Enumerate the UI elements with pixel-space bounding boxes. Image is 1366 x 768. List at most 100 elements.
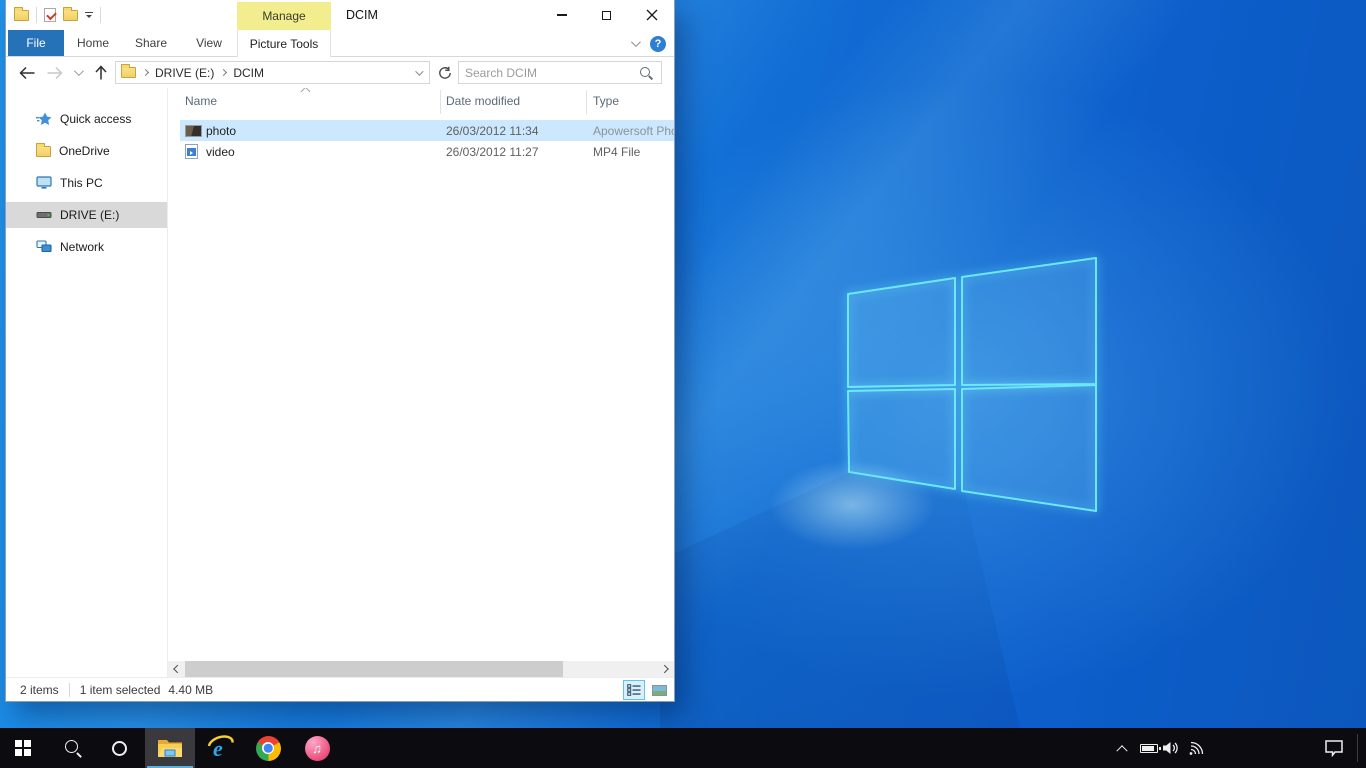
- monitor-icon: [36, 176, 52, 190]
- onedrive-folder-icon: [36, 146, 51, 157]
- expand-ribbon-icon[interactable]: [631, 37, 641, 47]
- status-bar: 2 items 1 item selected 4.40 MB: [6, 677, 674, 701]
- large-icons-view-icon: [652, 685, 667, 696]
- window-controls: [539, 0, 674, 30]
- qat-customize-dropdown-icon[interactable]: [85, 12, 93, 18]
- sidebar-item-label: DRIVE (E:): [60, 208, 119, 222]
- contextual-group-manage[interactable]: Manage: [237, 2, 331, 30]
- up-button[interactable]: [94, 65, 108, 81]
- qat-new-folder-icon[interactable]: [63, 10, 78, 21]
- itunes-button[interactable]: ♫: [293, 728, 341, 768]
- qat-separator: [100, 7, 101, 23]
- search-icon[interactable]: [639, 66, 653, 80]
- chevron-right-icon: [660, 665, 668, 673]
- sidebar-item-this-pc[interactable]: This PC: [6, 170, 167, 196]
- start-button[interactable]: [0, 728, 46, 768]
- window-body: Quick access OneDrive This PC: [6, 88, 674, 677]
- qat-folder-icon[interactable]: [14, 10, 29, 21]
- column-separator[interactable]: [586, 90, 587, 114]
- cortana-icon: [112, 741, 127, 756]
- internet-explorer-button[interactable]: e: [196, 728, 244, 768]
- file-type: MP4 File: [593, 145, 674, 159]
- up-arrow-icon: [94, 65, 108, 81]
- scroll-right-button[interactable]: [658, 661, 674, 677]
- file-row-video[interactable]: video 26/03/2012 11:27 MP4 File: [168, 141, 674, 162]
- address-folder-icon: [121, 67, 136, 78]
- refresh-icon: [438, 66, 452, 80]
- minimize-button[interactable]: [539, 0, 584, 30]
- column-header-type[interactable]: Type: [593, 94, 619, 108]
- file-explorer-icon: [157, 737, 183, 759]
- file-name: video: [206, 145, 235, 159]
- action-center-button[interactable]: [1322, 728, 1346, 768]
- network-icon: [36, 240, 52, 254]
- forward-button[interactable]: [46, 66, 64, 80]
- qat-properties-icon[interactable]: [44, 8, 56, 22]
- wifi-tray-icon[interactable]: [1186, 728, 1208, 768]
- close-button[interactable]: [629, 0, 674, 30]
- file-date-modified: 26/03/2012 11:34: [446, 124, 539, 138]
- chrome-icon: [256, 736, 281, 761]
- title-bar: Manage DCIM: [6, 0, 674, 30]
- details-view-icon: [627, 684, 641, 696]
- ribbon-tab-row: File Home Share View Picture Tools ?: [6, 30, 674, 57]
- tab-file[interactable]: File: [8, 30, 64, 56]
- address-dropdown-icon[interactable]: [415, 67, 423, 75]
- ribbon-right-controls: ?: [631, 30, 666, 57]
- recent-locations-dropdown[interactable]: [74, 69, 81, 76]
- windows-logo-icon: [15, 740, 31, 756]
- search-input[interactable]: [459, 62, 639, 83]
- search-icon: [63, 738, 83, 758]
- scrollbar-thumb[interactable]: [185, 661, 563, 677]
- large-icons-view-button[interactable]: [648, 680, 670, 700]
- taskbar-search-button[interactable]: [49, 728, 97, 768]
- details-view-button[interactable]: [623, 680, 645, 700]
- chevron-left-icon: [173, 665, 181, 673]
- action-center-icon: [1324, 739, 1344, 757]
- breadcrumb-chevron-icon: [220, 69, 227, 76]
- sidebar-item-network[interactable]: Network: [6, 234, 167, 260]
- breadcrumb-drive[interactable]: DRIVE (E:): [155, 66, 214, 80]
- back-arrow-icon: [18, 66, 36, 80]
- volume-tray-icon[interactable]: [1160, 728, 1182, 768]
- navigation-bar: DRIVE (E:) DCIM: [6, 57, 674, 88]
- sidebar-item-drive-e[interactable]: DRIVE (E:): [6, 202, 167, 228]
- taskbar: e ♫: [0, 728, 1366, 768]
- show-hidden-icons-button[interactable]: [1112, 728, 1132, 768]
- maximize-button[interactable]: [584, 0, 629, 30]
- sidebar-item-label: OneDrive: [59, 144, 110, 158]
- chrome-button[interactable]: [244, 728, 292, 768]
- qat-separator: [36, 7, 37, 23]
- help-button[interactable]: ?: [650, 36, 666, 52]
- chevron-down-icon: [74, 66, 84, 76]
- back-button[interactable]: [18, 66, 36, 80]
- status-separator: [69, 683, 70, 697]
- refresh-button[interactable]: [434, 61, 456, 84]
- tab-share[interactable]: Share: [122, 30, 180, 56]
- show-desktop-divider[interactable]: [1357, 734, 1358, 762]
- sidebar-item-onedrive[interactable]: OneDrive: [6, 138, 167, 164]
- tab-view[interactable]: View: [180, 30, 238, 56]
- sidebar-item-label: Network: [60, 240, 104, 254]
- column-header-date-modified[interactable]: Date modified: [446, 94, 520, 108]
- tab-home[interactable]: Home: [64, 30, 122, 56]
- view-toggle-buttons: [623, 680, 670, 700]
- file-row-photo[interactable]: photo 26/03/2012 11:34 Apowersoft Pho: [168, 120, 674, 141]
- quick-access-star-icon: [36, 112, 52, 126]
- tab-picture-tools[interactable]: Picture Tools: [237, 30, 331, 57]
- battery-tray-icon[interactable]: [1138, 728, 1160, 768]
- taskbar-file-explorer-button[interactable]: [145, 728, 195, 768]
- scroll-left-button[interactable]: [168, 661, 184, 677]
- sidebar-item-quick-access[interactable]: Quick access: [6, 106, 167, 132]
- breadcrumb-dcim[interactable]: DCIM: [233, 66, 264, 80]
- mp4-file-icon: [185, 144, 198, 159]
- cortana-button[interactable]: [95, 728, 143, 768]
- quick-access-toolbar: [14, 0, 101, 30]
- file-list-pane: Name Date modified Type photo 26/03/2012…: [168, 88, 674, 677]
- address-bar[interactable]: DRIVE (E:) DCIM: [115, 61, 430, 84]
- column-separator[interactable]: [440, 90, 441, 114]
- column-header-name[interactable]: Name: [185, 94, 217, 108]
- speaker-icon: [1162, 740, 1180, 756]
- window-title: DCIM: [346, 0, 378, 30]
- horizontal-scrollbar[interactable]: [168, 661, 674, 677]
